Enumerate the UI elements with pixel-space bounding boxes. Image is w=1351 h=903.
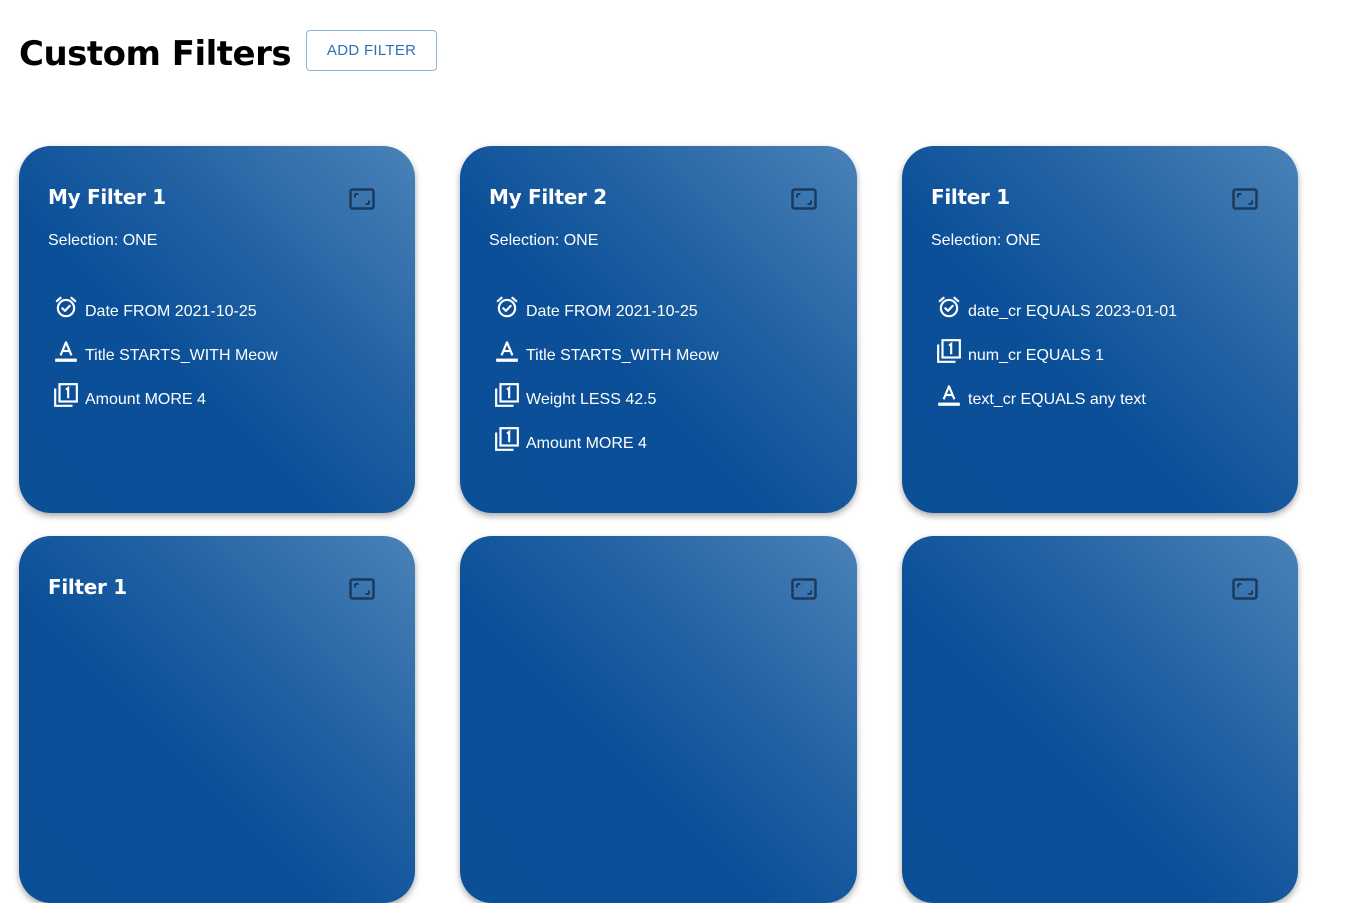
filter-criteria-list: Date FROM 2021-10-25 Title STARTS_WITH Me… — [53, 280, 278, 412]
filter-selection: Selection: ONE — [489, 232, 599, 249]
filter-criterion-text: Title STARTS_WITH Meow — [85, 347, 278, 364]
expand-icon[interactable] — [791, 188, 817, 210]
filter-card-title: Filter 1 — [931, 185, 1010, 209]
expand-icon[interactable] — [349, 578, 375, 600]
number-one-icon — [936, 338, 962, 364]
filter-criterion-text: date_cr EQUALS 2023-01-01 — [968, 303, 1178, 320]
filter-criterion-text: Date FROM 2021-10-25 — [85, 303, 257, 320]
filter-criteria-list: Date FROM 2021-10-25 Title STARTS_WITH Me… — [494, 280, 719, 456]
filter-selection: Selection: ONE — [48, 232, 158, 249]
filter-card[interactable]: Filter 1 — [19, 536, 415, 903]
text-format-icon — [494, 338, 520, 364]
expand-icon[interactable] — [1232, 188, 1258, 210]
filter-criterion: Amount MORE 4 — [494, 412, 719, 456]
filter-card-title: My Filter 2 — [489, 185, 607, 209]
filter-criterion: Title STARTS_WITH Meow — [494, 324, 719, 368]
number-one-icon — [494, 382, 520, 408]
page-title: Custom Filters — [19, 34, 292, 74]
filter-card[interactable] — [902, 536, 1298, 903]
text-format-icon — [53, 338, 79, 364]
expand-icon[interactable] — [791, 578, 817, 600]
filter-card-grid: My Filter 1 Selection: ONE Date FROM 2021-… — [19, 146, 1298, 903]
filter-criterion: Date FROM 2021-10-25 — [494, 280, 719, 324]
filter-criterion: num_cr EQUALS 1 — [936, 324, 1177, 368]
filter-criterion: Amount MORE 4 — [53, 368, 278, 412]
filter-criterion-text: num_cr EQUALS 1 — [968, 347, 1105, 364]
filter-criterion: Weight LESS 42.5 — [494, 368, 719, 412]
alarm-clock-icon — [494, 294, 520, 320]
alarm-clock-icon — [936, 294, 962, 320]
number-one-icon — [494, 426, 520, 452]
filter-card[interactable]: My Filter 1 Selection: ONE Date FROM 2021-… — [19, 146, 415, 513]
alarm-clock-icon — [53, 294, 79, 320]
filter-criterion: Title STARTS_WITH Meow — [53, 324, 278, 368]
expand-icon[interactable] — [349, 188, 375, 210]
filter-criterion: date_cr EQUALS 2023-01-01 — [936, 280, 1177, 324]
filter-criterion-text: Amount MORE 4 — [85, 391, 206, 408]
filter-card[interactable]: Filter 1 Selection: ONE date_cr EQUALS 202… — [902, 146, 1298, 513]
expand-icon[interactable] — [1232, 578, 1258, 600]
filter-selection: Selection: ONE — [931, 232, 1041, 249]
filter-card[interactable]: My Filter 2 Selection: ONE Date FROM 2021-… — [460, 146, 857, 513]
page-header: Custom Filters ADD FILTER — [19, 27, 438, 74]
filter-criterion-text: Amount MORE 4 — [526, 435, 647, 452]
filter-criterion-text: text_cr EQUALS any text — [968, 391, 1146, 408]
number-one-icon — [53, 382, 79, 408]
filter-criterion: text_cr EQUALS any text — [936, 368, 1177, 412]
filter-card[interactable] — [460, 536, 857, 903]
filter-criteria-list: date_cr EQUALS 2023-01-01 num_cr EQUALS 1… — [936, 280, 1177, 412]
filter-criterion-text: Date FROM 2021-10-25 — [526, 303, 698, 320]
filter-criterion-text: Weight LESS 42.5 — [526, 391, 657, 408]
filter-criterion: Date FROM 2021-10-25 — [53, 280, 278, 324]
filter-card-title: Filter 1 — [48, 575, 127, 599]
filter-card-title: My Filter 1 — [48, 185, 166, 209]
text-format-icon — [936, 382, 962, 408]
add-filter-button[interactable]: ADD FILTER — [306, 30, 438, 71]
filter-criterion-text: Title STARTS_WITH Meow — [526, 347, 719, 364]
